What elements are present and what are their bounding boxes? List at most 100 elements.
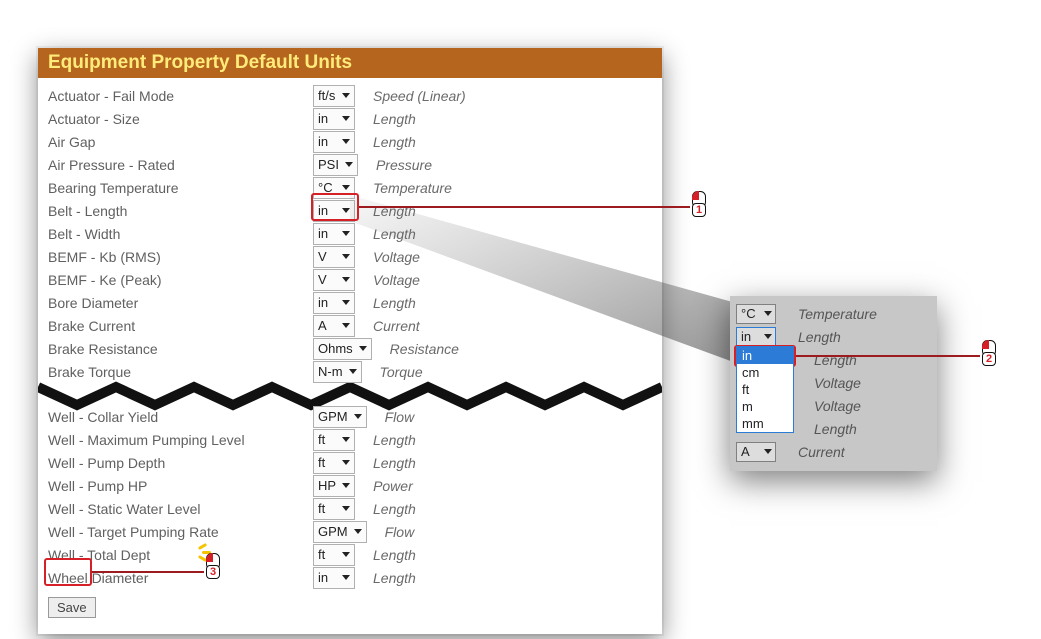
unit-category: Speed (Linear)	[373, 88, 466, 104]
dropdown-option-in[interactable]: in	[737, 347, 793, 364]
chevron-down-icon	[342, 552, 350, 557]
unit-value: in	[318, 570, 328, 585]
unit-value: V	[318, 272, 327, 287]
unit-select[interactable]: °C	[736, 304, 776, 324]
unit-category: Length	[814, 352, 857, 368]
chevron-down-icon	[342, 460, 350, 465]
row-belt-length: Belt - Length in Length	[38, 199, 662, 222]
unit-category: Length	[373, 547, 416, 563]
chevron-down-icon	[354, 414, 362, 419]
chevron-down-icon	[342, 139, 350, 144]
unit-select[interactable]: °C	[313, 177, 355, 199]
unit-value: °C	[318, 180, 333, 195]
unit-select-expanded[interactable]: in	[736, 327, 776, 347]
chevron-down-icon	[342, 231, 350, 236]
row-well-static-water: Well - Static Water Level ft Length	[38, 497, 662, 520]
unit-value: GPM	[318, 524, 348, 539]
unit-select[interactable]: GPM	[313, 521, 367, 543]
unit-select[interactable]: A	[313, 315, 355, 337]
unit-select[interactable]: in	[313, 567, 355, 589]
unit-category: Length	[798, 329, 841, 345]
property-label: BEMF - Ke (Peak)	[48, 272, 313, 288]
dropdown-option-m[interactable]: m	[737, 398, 793, 415]
unit-value: A	[318, 318, 327, 333]
chevron-down-icon	[342, 437, 350, 442]
row-well-pump-depth: Well - Pump Depth ft Length	[38, 451, 662, 474]
unit-category: Torque	[380, 364, 423, 380]
unit-category: Resistance	[390, 341, 459, 357]
zoom-row: in Length	[736, 325, 931, 348]
rows-top: Actuator - Fail Mode ft/s Speed (Linear)…	[38, 78, 662, 383]
row-well-target-rate: Well - Target Pumping Rate GPM Flow	[38, 520, 662, 543]
dropdown-option-ft[interactable]: ft	[737, 381, 793, 398]
unit-category: Voltage	[814, 398, 861, 414]
unit-dropdown-open[interactable]: in cm ft m mm	[736, 346, 794, 433]
unit-select[interactable]: V	[313, 246, 355, 268]
unit-category: Length	[373, 501, 416, 517]
property-label: Belt - Width	[48, 226, 313, 242]
unit-value: PSI	[318, 157, 339, 172]
property-label: BEMF - Kb (RMS)	[48, 249, 313, 265]
callout-step2: 2	[980, 338, 998, 359]
row-wheel-diameter: Wheel Diameter in Length	[38, 566, 662, 589]
unit-select[interactable]: HP	[313, 475, 355, 497]
unit-select[interactable]: Ohms	[313, 338, 372, 360]
property-label: Brake Current	[48, 318, 313, 334]
unit-value: GPM	[318, 409, 348, 424]
rows-bottom: Well - Collar Yield GPM Flow Well - Maxi…	[38, 399, 662, 589]
unit-select[interactable]: in	[313, 108, 355, 130]
unit-category: Length	[373, 295, 416, 311]
unit-select[interactable]: in	[313, 131, 355, 153]
unit-select[interactable]: ft/s	[313, 85, 355, 107]
row-actuator-fail-mode: Actuator - Fail Mode ft/s Speed (Linear)	[38, 84, 662, 107]
unit-select[interactable]: ft	[313, 544, 355, 566]
zoom-row: A Current	[736, 440, 931, 463]
dropdown-option-mm[interactable]: mm	[737, 415, 793, 432]
row-well-total-dept: Well - Total Dept ft Length	[38, 543, 662, 566]
unit-select-belt-length[interactable]: in	[313, 200, 355, 222]
chevron-down-icon	[345, 162, 353, 167]
property-label: Bearing Temperature	[48, 180, 313, 196]
unit-value: ft	[318, 455, 325, 470]
unit-value: ft	[318, 501, 325, 516]
property-label: Well - Target Pumping Rate	[48, 524, 313, 540]
unit-value: in	[741, 329, 751, 344]
unit-select[interactable]: N-m	[313, 361, 362, 383]
chevron-down-icon	[764, 311, 772, 316]
unit-category: Voltage	[373, 272, 420, 288]
unit-category: Length	[373, 226, 416, 242]
chevron-down-icon	[342, 483, 350, 488]
unit-category: Flow	[385, 524, 415, 540]
unit-select[interactable]: PSI	[313, 154, 358, 176]
unit-value: in	[318, 111, 328, 126]
unit-category: Voltage	[373, 249, 420, 265]
chevron-down-icon	[349, 369, 357, 374]
unit-select[interactable]: ft	[313, 429, 355, 451]
unit-value: in	[318, 134, 328, 149]
unit-select[interactable]: ft	[313, 498, 355, 520]
unit-category: Length	[373, 570, 416, 586]
unit-category: Length	[814, 421, 857, 437]
property-label: Brake Resistance	[48, 341, 313, 357]
unit-select[interactable]: in	[313, 223, 355, 245]
unit-select[interactable]: in	[313, 292, 355, 314]
unit-select[interactable]: ft	[313, 452, 355, 474]
row-air-gap: Air Gap in Length	[38, 130, 662, 153]
unit-select[interactable]: V	[313, 269, 355, 291]
property-label: Well - Static Water Level	[48, 501, 313, 517]
unit-select[interactable]: A	[736, 442, 776, 462]
property-label: Well - Total Dept	[48, 547, 313, 563]
row-brake-resistance: Brake Resistance Ohms Resistance	[38, 337, 662, 360]
chevron-down-icon	[764, 449, 772, 454]
property-label: Actuator - Size	[48, 111, 313, 127]
row-actuator-size: Actuator - Size in Length	[38, 107, 662, 130]
save-button[interactable]: Save	[48, 597, 96, 618]
dropdown-option-cm[interactable]: cm	[737, 364, 793, 381]
unit-select[interactable]: GPM	[313, 406, 367, 428]
property-label: Well - Collar Yield	[48, 409, 313, 425]
chevron-down-icon	[354, 529, 362, 534]
unit-value: in	[318, 295, 328, 310]
chevron-down-icon	[342, 277, 350, 282]
callout-step1: 1	[690, 189, 708, 210]
row-air-pressure-rated: Air Pressure - Rated PSI Pressure	[38, 153, 662, 176]
